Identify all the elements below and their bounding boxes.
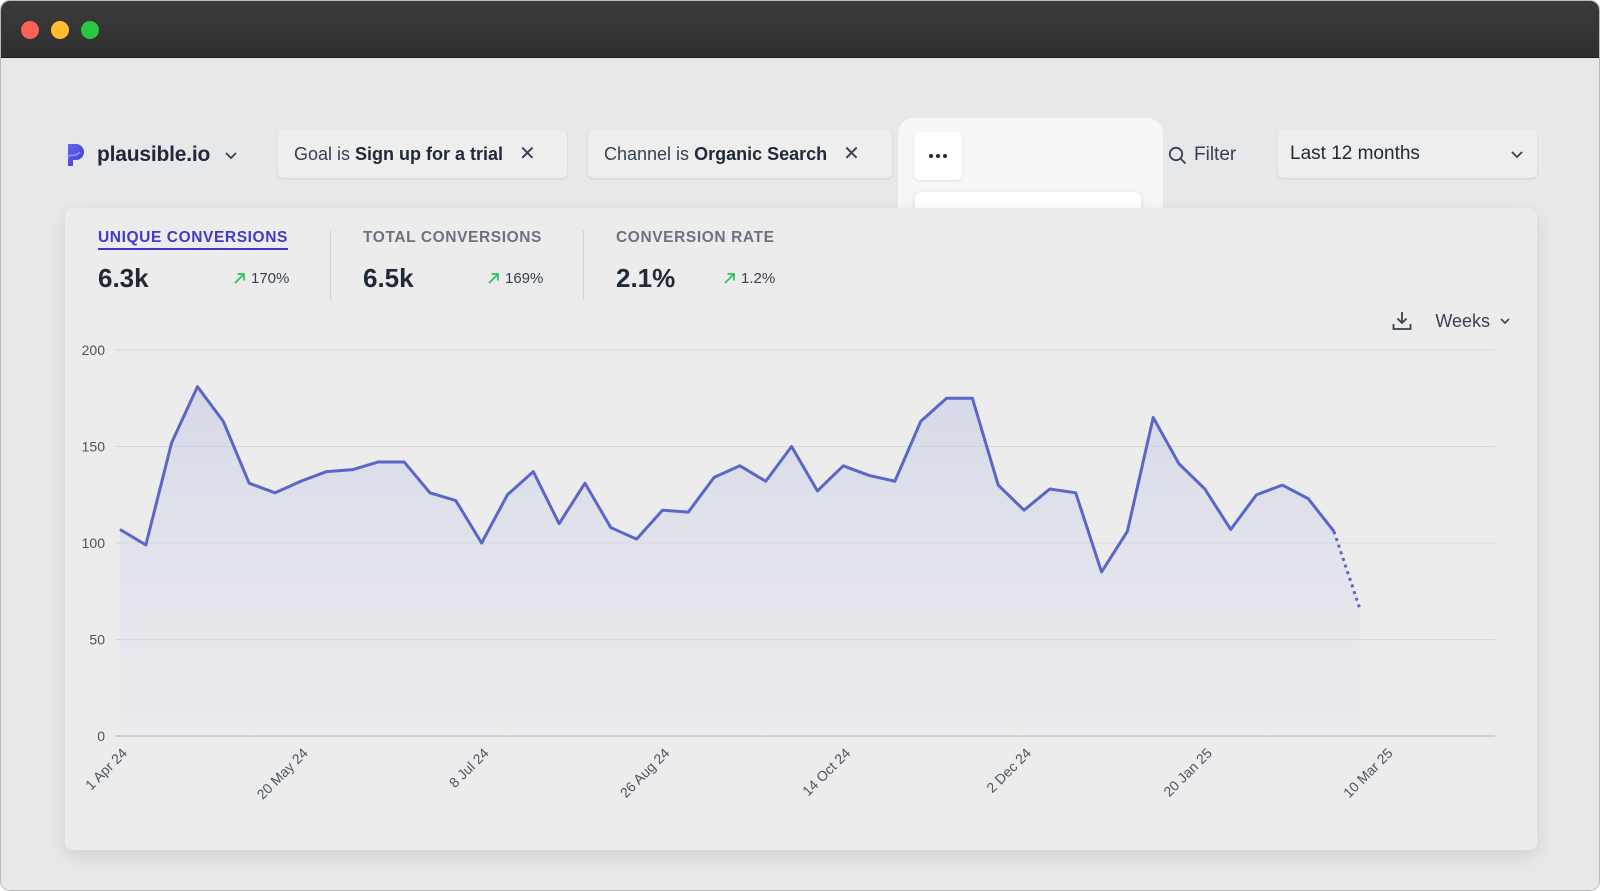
data-point[interactable] bbox=[1201, 485, 1209, 493]
filter-pill-channel[interactable]: Channel is Organic Search ✕ bbox=[588, 130, 892, 178]
close-window-button[interactable] bbox=[21, 21, 39, 39]
maximize-window-button[interactable] bbox=[81, 21, 99, 39]
data-point[interactable] bbox=[865, 471, 873, 479]
site-switcher[interactable]: plausible.io bbox=[65, 140, 238, 170]
filter-label: Filter bbox=[1194, 144, 1237, 165]
filter-pill-goal[interactable]: Goal is Sign up for a trial ✕ bbox=[278, 130, 567, 178]
data-point[interactable] bbox=[323, 468, 331, 476]
data-point[interactable] bbox=[633, 535, 641, 543]
data-point[interactable] bbox=[116, 525, 124, 533]
y-tick-label: 200 bbox=[82, 342, 106, 358]
search-icon bbox=[1168, 146, 1187, 164]
data-point[interactable] bbox=[555, 520, 563, 528]
data-point[interactable] bbox=[607, 524, 615, 532]
data-point[interactable] bbox=[943, 394, 951, 402]
data-point[interactable] bbox=[297, 477, 305, 485]
y-tick-label: 0 bbox=[97, 728, 105, 744]
data-point[interactable] bbox=[1227, 525, 1235, 533]
x-tick-label: 14 Oct 24 bbox=[799, 745, 853, 799]
close-icon[interactable]: ✕ bbox=[843, 144, 860, 164]
data-point[interactable] bbox=[1123, 527, 1131, 535]
data-point[interactable] bbox=[658, 506, 666, 514]
data-point[interactable] bbox=[1046, 485, 1054, 493]
x-tick-label: 8 Jul 24 bbox=[446, 745, 492, 791]
data-point[interactable] bbox=[374, 458, 382, 466]
filter-value: Organic Search bbox=[694, 143, 828, 164]
data-point[interactable] bbox=[168, 439, 176, 447]
data-point[interactable] bbox=[219, 417, 227, 425]
data-point[interactable] bbox=[1098, 568, 1106, 576]
x-tick-label: 1 Apr 24 bbox=[82, 745, 130, 793]
conversions-chart[interactable]: 0 50 100 150 200 1 Apr 24 20 May 24 8 Jul 24 26… bbox=[65, 208, 1537, 850]
data-point[interactable] bbox=[271, 489, 279, 497]
data-point[interactable] bbox=[994, 481, 1002, 489]
y-tick-label: 50 bbox=[89, 632, 105, 648]
data-point[interactable] bbox=[1072, 489, 1080, 497]
data-point[interactable] bbox=[581, 479, 589, 487]
data-point[interactable] bbox=[142, 541, 150, 549]
close-icon[interactable]: ✕ bbox=[519, 144, 536, 164]
data-point[interactable] bbox=[684, 508, 692, 516]
data-point[interactable] bbox=[839, 462, 847, 470]
x-tick-label: 20 May 24 bbox=[253, 745, 311, 803]
data-point[interactable] bbox=[968, 394, 976, 402]
filter-value: Sign up for a trial bbox=[355, 143, 504, 164]
data-point[interactable] bbox=[529, 468, 537, 476]
data-point[interactable] bbox=[1175, 460, 1183, 468]
data-point[interactable] bbox=[400, 458, 408, 466]
app-window: plausible.io Goal is Sign up for a trial… bbox=[0, 0, 1600, 891]
period-label: Last 12 months bbox=[1290, 143, 1420, 164]
data-point[interactable] bbox=[710, 473, 718, 481]
main-graph-card: UNIQUE CONVERSIONS 6.3k 170% TOTAL CONVE… bbox=[65, 208, 1537, 850]
data-point[interactable] bbox=[788, 443, 796, 451]
data-point[interactable] bbox=[348, 466, 356, 474]
plausible-logo-icon bbox=[67, 144, 84, 166]
x-tick-label: 20 Jan 25 bbox=[1160, 745, 1215, 800]
y-tick-label: 150 bbox=[82, 439, 106, 455]
site-name: plausible.io bbox=[97, 143, 211, 166]
chevron-down-icon bbox=[225, 152, 237, 160]
minimize-window-button[interactable] bbox=[51, 21, 69, 39]
data-point[interactable] bbox=[1020, 506, 1028, 514]
dashboard: plausible.io Goal is Sign up for a trial… bbox=[1, 58, 1599, 890]
x-tick-label: 26 Aug 24 bbox=[617, 745, 673, 801]
data-point[interactable] bbox=[1149, 414, 1157, 422]
data-point[interactable] bbox=[452, 497, 460, 505]
data-point[interactable] bbox=[1330, 527, 1338, 535]
filter-button[interactable]: Filter bbox=[1168, 142, 1236, 168]
period-picker[interactable]: Last 12 months bbox=[1278, 130, 1537, 178]
data-point[interactable] bbox=[813, 487, 821, 495]
data-point[interactable] bbox=[1278, 481, 1286, 489]
more-filters-button[interactable] bbox=[914, 132, 962, 180]
ellipsis-icon bbox=[929, 154, 947, 158]
data-point[interactable] bbox=[503, 491, 511, 499]
y-tick-label: 100 bbox=[82, 535, 106, 551]
x-tick-label: 10 Mar 25 bbox=[1340, 745, 1396, 801]
data-point[interactable] bbox=[1253, 491, 1261, 499]
data-point[interactable] bbox=[917, 417, 925, 425]
data-point[interactable] bbox=[426, 489, 434, 497]
data-point[interactable] bbox=[478, 539, 486, 547]
data-point[interactable] bbox=[891, 477, 899, 485]
chevron-down-icon bbox=[1511, 151, 1523, 159]
x-tick-label: 2 Dec 24 bbox=[983, 745, 1034, 796]
filter-prefix: Goal is bbox=[294, 143, 351, 164]
data-point[interactable] bbox=[245, 479, 253, 487]
data-point[interactable] bbox=[762, 477, 770, 485]
data-point[interactable] bbox=[736, 462, 744, 470]
area-fill bbox=[120, 386, 1360, 736]
data-point[interactable] bbox=[193, 383, 201, 391]
filter-prefix: Channel is bbox=[604, 143, 690, 164]
data-point[interactable] bbox=[1356, 605, 1364, 613]
data-point[interactable] bbox=[1304, 495, 1312, 503]
title-bar bbox=[1, 1, 1599, 58]
